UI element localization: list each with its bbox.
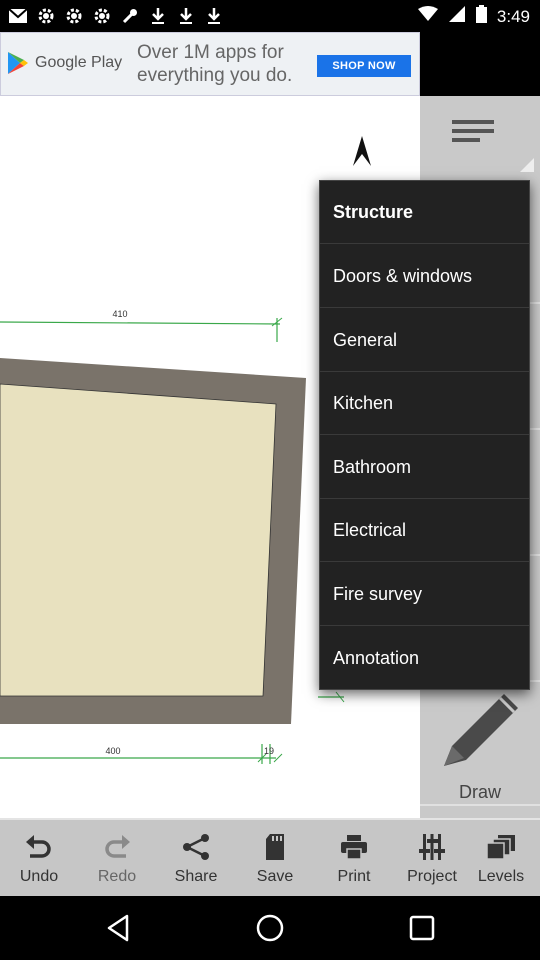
save-button[interactable]: Save [244,820,306,898]
home-button[interactable] [254,912,286,944]
download-icon [204,6,224,26]
redo-button[interactable]: Redo [86,820,148,898]
menu-item-structure[interactable]: Structure [320,181,529,244]
pencil-icon [444,694,518,766]
menu-item-doors-windows[interactable]: Doors & windows [320,245,529,308]
google-play-logo: Google Play [7,51,122,75]
settings-icon [64,6,84,26]
levels-label: Levels [477,868,525,885]
share-button[interactable]: Share [165,820,227,898]
redo-label: Redo [97,868,137,885]
menu-item-annotation[interactable]: Annotation [320,627,529,690]
menu-item-kitchen[interactable]: Kitchen [320,372,529,435]
ad-spacer [420,32,540,96]
shop-now-button[interactable]: SHOP NOW [317,55,411,77]
back-icon [107,914,129,942]
signal-icon [448,5,466,28]
menu-item-fire-survey[interactable]: Fire survey [320,563,529,626]
battery-icon [475,5,487,28]
bottom-toolbar: Undo Redo Share Save Print Project Level… [0,818,540,896]
gmail-icon [8,6,28,26]
draw-label: Draw [458,782,501,802]
menu-item-bathroom[interactable]: Bathroom [320,436,529,499]
share-icon [180,832,212,862]
project-label: Project [407,868,457,885]
dimension-label-bottom: 400 [105,746,120,756]
ad-brand: Google Play [35,54,123,71]
share-label: Share [174,868,218,885]
menu-icon[interactable] [452,120,494,154]
clock: 3:49 [496,6,530,26]
dimension-label-side: 19 [264,746,274,756]
status-bar: 3:49 [0,0,540,32]
category-menu: Structure Doors & windows General Kitche… [319,180,530,690]
sliders-icon [416,832,448,862]
settings-icon [36,6,56,26]
undo-icon [23,832,55,862]
ad-banner[interactable]: Google Play Over 1M apps for everything … [0,32,420,96]
room-floor [0,383,277,697]
sd-card-icon [259,832,291,862]
ad-headline: Over 1M apps for everything you do. [137,42,293,86]
print-label: Print [337,868,371,885]
play-store-icon [8,52,28,74]
redo-icon [101,832,133,862]
levels-button[interactable]: Levels [470,820,532,898]
download-icon [176,6,196,26]
navigation-bar [0,896,540,960]
home-icon [256,914,284,942]
recents-icon [409,915,435,941]
wifi-icon [417,6,438,27]
menu-item-electrical[interactable]: Electrical [320,499,529,562]
printer-icon [338,832,370,862]
undo-button[interactable]: Undo [8,820,70,898]
recents-button[interactable] [406,912,438,944]
settings-icon [92,6,112,26]
levels-icon [485,832,517,862]
print-button[interactable]: Print [323,820,385,898]
menu-corner-indicator [520,158,534,172]
dimension-label-top: 410 [112,309,127,319]
project-button[interactable]: Project [401,820,463,898]
undo-label: Undo [19,868,59,885]
north-arrow-icon [353,136,371,166]
menu-item-general[interactable]: General [320,309,529,372]
download-icon [148,6,168,26]
wrench-icon [120,6,140,26]
save-label: Save [256,868,294,885]
back-button[interactable] [102,912,134,944]
